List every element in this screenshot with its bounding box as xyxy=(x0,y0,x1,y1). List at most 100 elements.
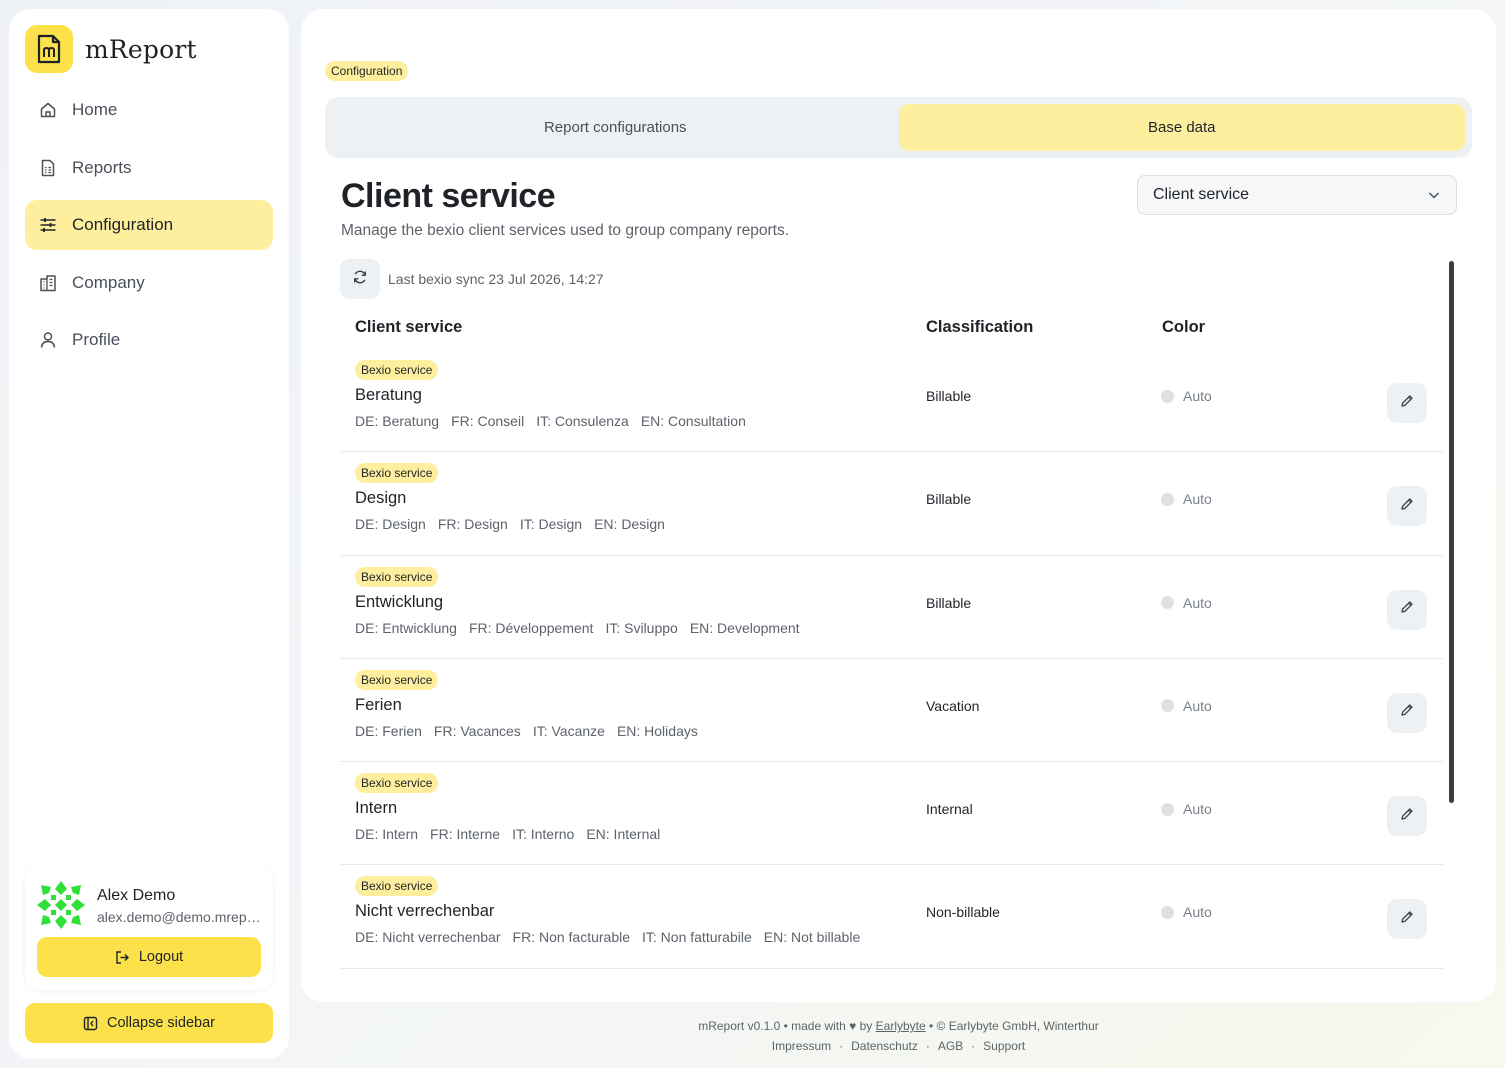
header-classification: Classification xyxy=(926,318,1034,336)
color-label: Auto xyxy=(1183,801,1212,818)
sliders-icon xyxy=(39,216,57,234)
color-swatch xyxy=(1161,699,1174,713)
color-label: Auto xyxy=(1183,697,1212,714)
refresh-icon xyxy=(352,269,368,290)
service-name: Beratung xyxy=(355,386,422,404)
translation-de: DE: Nicht verrechenbar xyxy=(355,929,501,946)
table-header: Client service Classification Color xyxy=(355,318,1445,338)
footer: mReport v0.1.0 • made with ♥ by Earlybyt… xyxy=(301,1016,1496,1056)
earlybyte-link[interactable]: Earlybyte xyxy=(876,1019,926,1033)
color-value: Auto xyxy=(1161,595,1212,611)
table-row: Bexio service Entwicklung DE: Entwicklun… xyxy=(340,556,1443,659)
table-scrollbar[interactable] xyxy=(1449,261,1454,803)
translation-de: DE: Ferien xyxy=(355,722,422,739)
translation-it: IT: Consulenza xyxy=(536,413,629,429)
footer-separator: · xyxy=(925,1039,930,1053)
footer-link-agb[interactable]: AGB xyxy=(938,1039,963,1053)
tab-base-data[interactable]: Base data xyxy=(898,104,1465,151)
translation-de: DE: Design xyxy=(355,516,426,533)
edit-button[interactable] xyxy=(1387,692,1427,733)
color-value: Auto xyxy=(1161,904,1212,920)
translation-en: EN: Development xyxy=(689,619,800,636)
footer-link-impressum[interactable]: Impressum xyxy=(772,1039,831,1053)
color-value: Auto xyxy=(1161,801,1212,817)
table-row: Bexio service Nicht verrechenbar DE: Nic… xyxy=(340,865,1443,969)
chevron-down-icon xyxy=(1427,188,1441,202)
table-row: Bexio service Beratung DE: Beratung FR: C… xyxy=(340,349,1443,453)
service-name: Entwicklung xyxy=(355,592,444,611)
collapse-sidebar-button[interactable]: Collapse sidebar xyxy=(25,1003,273,1043)
footer-link-datenschutz[interactable]: Datenschutz xyxy=(851,1039,918,1053)
header-color: Color xyxy=(1162,318,1206,336)
breadcrumb[interactable]: Configuration xyxy=(325,61,409,81)
translation-de: DE: Entwicklung xyxy=(355,619,457,636)
classification-value: Non-billable xyxy=(926,904,1000,921)
edit-button[interactable] xyxy=(1387,589,1427,630)
header-client-service: Client service xyxy=(355,318,463,336)
table-row: Bexio service Design DE: Design FR: Desig… xyxy=(340,452,1443,556)
translation-it: IT: Non fatturabile xyxy=(642,929,752,946)
translation-fr: FR: Vacances xyxy=(433,722,521,739)
nav-item-label: Profile xyxy=(72,330,121,349)
service-table: Bexio service Beratung DE: Beratung FR: C… xyxy=(340,349,1443,969)
translation-it: IT: Sviluppo xyxy=(605,619,678,636)
edit-button[interactable] xyxy=(1387,486,1427,527)
page-subtitle: Manage the bexio client services used to… xyxy=(341,222,790,239)
bexio-badge: Bexio service xyxy=(355,773,439,794)
nav-item-configuration[interactable]: Configuration xyxy=(25,200,273,250)
translation-en: EN: Design xyxy=(594,516,665,533)
service-translations: DE: Design FR: Design IT: Design EN: Design xyxy=(355,516,677,532)
nav-item-label: Home xyxy=(72,100,118,119)
translation-it: IT: Design xyxy=(519,516,583,533)
nav-item-reports[interactable]: Reports xyxy=(25,143,273,193)
building-icon xyxy=(39,274,57,292)
service-name: Design xyxy=(355,489,407,508)
translation-de: DE: Intern xyxy=(355,826,419,843)
color-swatch xyxy=(1161,905,1174,919)
color-label: Auto xyxy=(1183,388,1212,404)
bexio-badge: Bexio service xyxy=(355,463,439,484)
service-name: Intern xyxy=(355,799,398,818)
footer-credits: mReport v0.1.0 • made with ♥ by Earlybyt… xyxy=(301,1016,1496,1036)
base-data-select[interactable]: Client service xyxy=(1137,175,1457,215)
service-name: Nicht verrechenbar xyxy=(355,902,495,921)
translation-fr: FR: Interne xyxy=(430,826,501,843)
service-translations: DE: Beratung FR: Conseil IT: Consulenza EN:… xyxy=(355,413,758,429)
brand[interactable]: mReport xyxy=(25,25,197,73)
nav-item-home[interactable]: Home xyxy=(25,85,273,135)
user-card: Alex Demo alex.demo@demo.mreport.ch Logo… xyxy=(25,865,273,990)
tab-report-configurations[interactable]: Report configurations xyxy=(332,104,899,151)
color-swatch xyxy=(1161,389,1174,403)
page-title: Client service xyxy=(341,177,556,215)
footer-separator: · xyxy=(839,1039,844,1053)
color-swatch xyxy=(1161,492,1174,506)
sidebar-collapse-icon xyxy=(83,1016,98,1031)
collapse-sidebar-label: Collapse sidebar xyxy=(106,1015,215,1031)
user-name: Alex Demo xyxy=(97,887,176,904)
main-nav: Home Reports Configuration Company Profi… xyxy=(25,85,273,373)
bexio-badge: Bexio service xyxy=(355,566,439,587)
footer-link-support[interactable]: Support xyxy=(983,1039,1025,1053)
pencil-icon xyxy=(1400,600,1414,619)
edit-button[interactable] xyxy=(1387,796,1427,837)
nav-item-company[interactable]: Company xyxy=(25,258,273,308)
sync-button[interactable] xyxy=(340,259,380,299)
service-translations: DE: Nicht verrechenbar FR: Non facturable… xyxy=(355,929,872,945)
translation-fr: FR: Non facturable xyxy=(512,929,631,946)
edit-button[interactable] xyxy=(1387,383,1427,423)
service-name: Ferien xyxy=(355,695,402,714)
edit-button[interactable] xyxy=(1387,899,1427,940)
nav-item-profile[interactable]: Profile xyxy=(25,315,273,365)
translation-de: DE: Beratung xyxy=(355,413,440,429)
logout-button[interactable]: Logout xyxy=(37,937,261,977)
translation-it: IT: Interno xyxy=(512,826,575,843)
translation-en: EN: Holidays xyxy=(616,722,698,739)
main-panel: Configuration Report configurations Base… xyxy=(301,9,1496,1002)
avatar[interactable] xyxy=(37,881,85,929)
pencil-icon xyxy=(1400,703,1414,722)
color-label: Auto xyxy=(1183,904,1212,921)
service-translations: DE: Entwicklung FR: Développement IT: Svil… xyxy=(355,620,812,636)
color-value: Auto xyxy=(1161,698,1212,714)
translation-it: IT: Vacanze xyxy=(532,722,605,739)
table-row: Bexio service Intern DE: Intern FR: Inter… xyxy=(340,762,1443,866)
